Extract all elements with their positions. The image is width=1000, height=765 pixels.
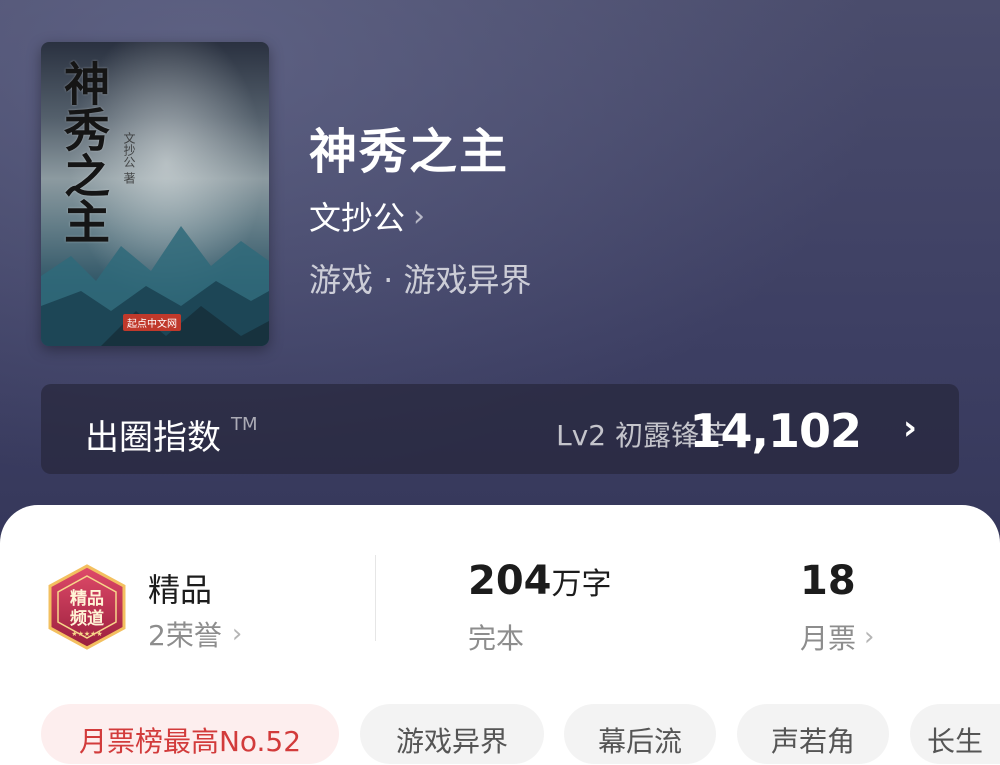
genre-label: 游戏 · 游戏异界 (309, 261, 532, 299)
trademark-mark: TM (231, 414, 258, 435)
index-value: 14,102 (689, 404, 862, 458)
word-count-unit: 万字 (551, 567, 612, 602)
cover-author-text: 文抄公 著 (122, 132, 136, 184)
author-name: 文抄公 (309, 199, 406, 237)
book-title: 神秀之主 (309, 124, 510, 180)
book-cover[interactable]: 神秀之主 文抄公 著 起点中文网 (41, 42, 269, 346)
badge-text-bottom: 频道 (70, 608, 104, 629)
monthly-votes-number: 18 (800, 558, 856, 604)
quality-title: 精品 (148, 571, 213, 609)
tag-chip[interactable]: 游戏异界 (360, 704, 544, 764)
tag-chip[interactable]: 长生 (910, 704, 1000, 764)
chevron-right-icon: › (413, 198, 426, 234)
cover-title-text: 神秀之主 (57, 60, 111, 244)
honors-count: 2荣誉 (148, 619, 222, 652)
index-label: 出圈指数 (85, 418, 221, 458)
word-count-number: 204 (468, 558, 552, 604)
tag-chip[interactable]: 月票榜最高No.52 (41, 704, 339, 764)
stats-divider (375, 555, 376, 641)
tag-chip[interactable]: 幕后流 (564, 704, 716, 764)
premium-badge-icon[interactable]: 精品 频道 ★★★★★ (44, 564, 130, 650)
tag-chip[interactable]: 声若角 (737, 704, 889, 764)
chevron-right-icon: › (231, 619, 243, 649)
badge-stars: ★★★★★ (71, 630, 102, 638)
word-count: 204万字 (468, 558, 612, 604)
badge-text-top: 精品 (70, 588, 104, 609)
popularity-index-bar[interactable]: 出圈指数 TM Lv2 初露锋芒 14,102 › (41, 384, 959, 474)
honors-link[interactable]: 2荣誉 › (148, 614, 242, 654)
chevron-right-icon: › (864, 622, 875, 652)
chevron-right-icon: › (902, 408, 917, 448)
status-label: 完本 (468, 622, 525, 655)
author-link[interactable]: 文抄公 › (309, 193, 425, 239)
monthly-votes-link[interactable]: 月票 › (800, 617, 874, 657)
cover-publisher-logo: 起点中文网 (123, 314, 181, 331)
monthly-votes-label: 月票 (800, 622, 857, 655)
